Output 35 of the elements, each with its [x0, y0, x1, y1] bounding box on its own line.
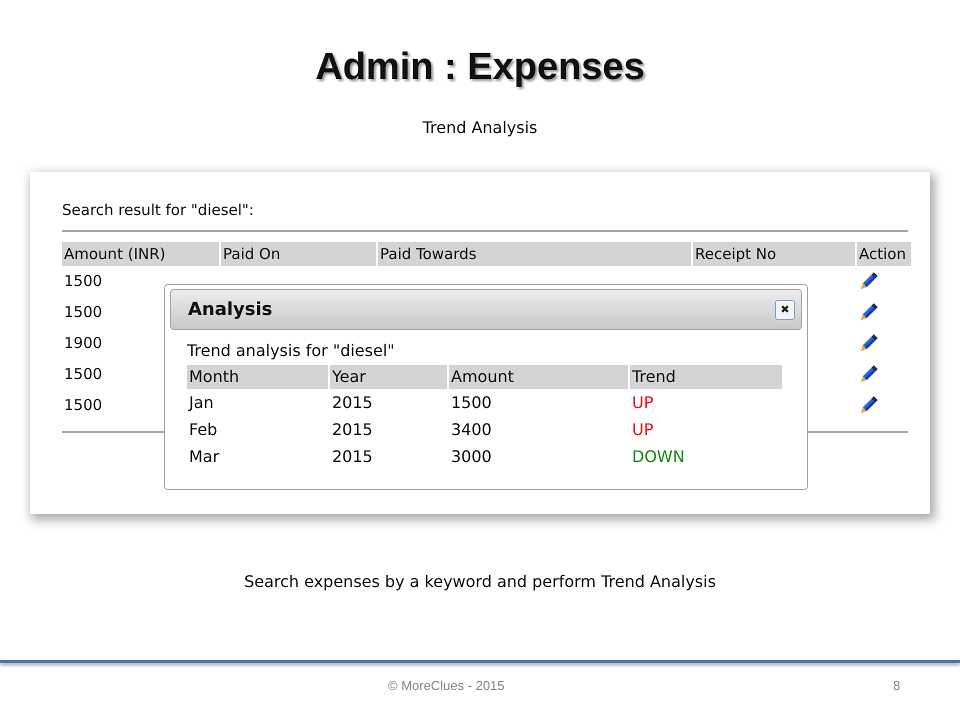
close-button[interactable]: ✖ [775, 300, 795, 320]
table-cell-text: 1500 [63, 395, 102, 416]
page-number: 8 [893, 678, 900, 693]
trend-analysis-heading: Trend analysis for "diesel" [187, 341, 396, 361]
slide-title: Admin : Expenses [314, 45, 646, 90]
table-cell-text: 2015 [331, 446, 374, 468]
column-header: Amount (INR) [62, 242, 219, 266]
dialog-title: Analysis [188, 299, 272, 320]
table-cell-text: Mar [188, 446, 220, 468]
search-result-heading: Search result for "diesel": [62, 200, 255, 220]
column-header: Paid Towards [378, 242, 691, 266]
footer-copyright: © MoreClues - 2015 [388, 678, 505, 693]
trend-cell-text: DOWN [631, 446, 686, 468]
table-cell-text: 2015 [331, 419, 374, 441]
column-header: Receipt No [693, 242, 855, 266]
trend-cell-text: UP [631, 419, 654, 441]
column-header: Paid On [221, 242, 376, 266]
table-cell-text: 1500 [63, 271, 102, 292]
column-header: Amount [449, 365, 628, 389]
trend-cell-text: UP [631, 392, 654, 414]
slide-caption: Search expenses by a keyword and perform Trend Analysis [243, 572, 717, 592]
column-header: Month [187, 365, 328, 389]
table-cell-text: Feb [188, 419, 218, 441]
table-cell-text: 3000 [450, 446, 493, 468]
column-header: Year [330, 365, 447, 389]
table-cell-text: 1900 [63, 333, 102, 354]
column-header: Trend [630, 365, 782, 389]
table-cell-text: Jan [187, 392, 215, 414]
table-cell-text: 1500 [63, 302, 102, 323]
slide-subtitle: Trend Analysis [422, 118, 538, 138]
table-cell-text: 1500 [63, 364, 102, 385]
table-cell-text: 3400 [450, 419, 493, 441]
table-cell-text: 2015 [331, 392, 374, 414]
table-cell-text: 1500 [450, 392, 493, 414]
column-header: Action [857, 242, 911, 266]
